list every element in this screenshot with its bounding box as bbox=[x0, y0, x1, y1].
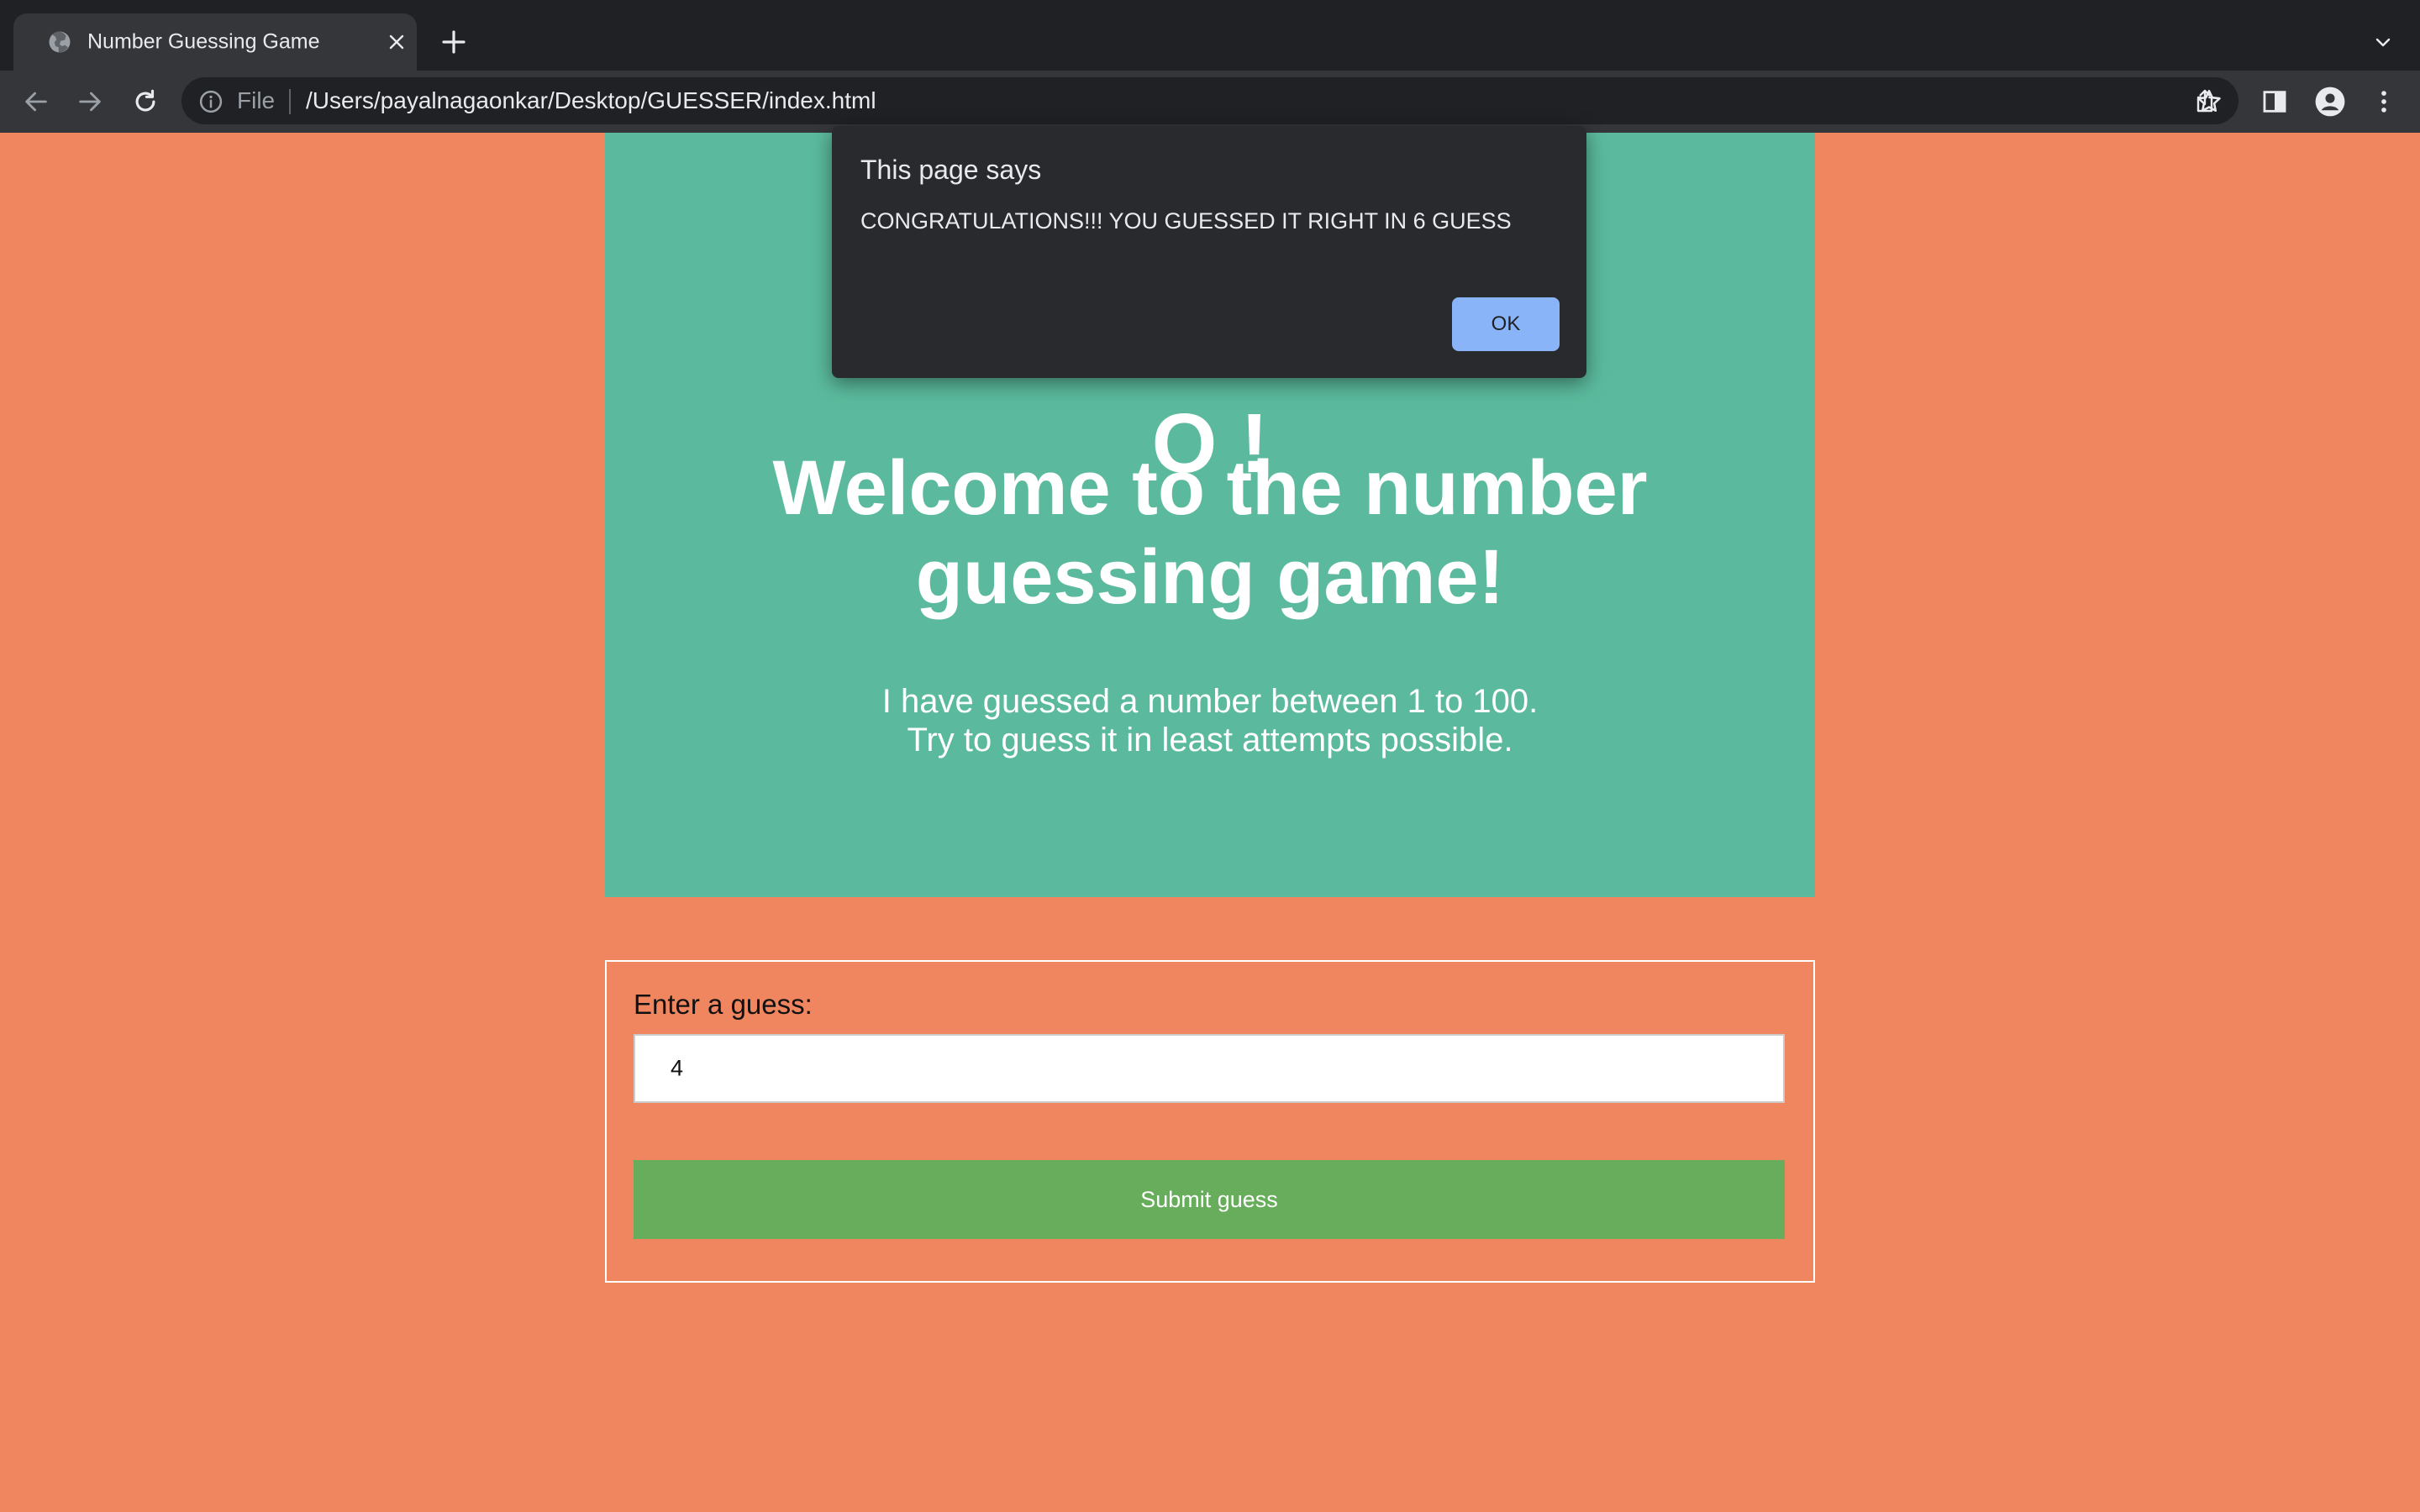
plus-icon[interactable] bbox=[440, 29, 467, 55]
omnibox-divider bbox=[289, 89, 291, 114]
browser-toolbar: File /Users/payalnagaonkar/Desktop/GUESS… bbox=[0, 71, 2420, 133]
url-text[interactable]: /Users/payalnagaonkar/Desktop/GUESSER/in… bbox=[306, 87, 876, 114]
hero-description: I have guessed a number between 1 to 100… bbox=[689, 682, 1731, 759]
ok-button[interactable]: OK bbox=[1452, 297, 1560, 351]
page-title: Welcome to the number guessing game! bbox=[772, 445, 1648, 620]
reload-icon[interactable] bbox=[131, 87, 160, 116]
globe-icon bbox=[49, 31, 71, 53]
submit-guess-button[interactable]: Submit guess bbox=[634, 1160, 1785, 1239]
back-arrow-icon[interactable] bbox=[22, 87, 50, 116]
profile-icon[interactable] bbox=[2314, 86, 2346, 118]
chevron-down-icon[interactable] bbox=[2373, 32, 2393, 52]
active-tab[interactable]: Number Guessing Game bbox=[13, 13, 417, 71]
kebab-menu-icon[interactable] bbox=[2370, 87, 2398, 116]
side-panel-icon[interactable] bbox=[2260, 87, 2289, 116]
dialog-message: CONGRATULATIONS!!! YOU GUESSED IT RIGHT … bbox=[860, 208, 1512, 234]
close-icon[interactable] bbox=[387, 32, 407, 52]
forward-arrow-icon[interactable] bbox=[76, 87, 104, 116]
guess-input-value: 4 bbox=[671, 1055, 684, 1081]
tab-title: Number Guessing Game bbox=[87, 29, 320, 54]
star-icon[interactable] bbox=[2195, 87, 2223, 116]
info-icon[interactable] bbox=[198, 89, 224, 114]
address-bar[interactable]: File /Users/payalnagaonkar/Desktop/GUESS… bbox=[182, 77, 2238, 124]
scheme-label: File bbox=[237, 87, 276, 113]
guess-form: Enter a guess: 4 Submit guess bbox=[605, 960, 1815, 1283]
guess-input[interactable]: 4 bbox=[634, 1034, 1785, 1103]
hero-line-1: I have guessed a number between 1 to 100… bbox=[881, 683, 1539, 720]
guess-label: Enter a guess: bbox=[634, 989, 813, 1020]
dialog-title: This page says bbox=[860, 155, 1042, 185]
tab-strip: Number Guessing Game bbox=[0, 0, 2420, 71]
alert-dialog: This page says CONGRATULATIONS!!! YOU GU… bbox=[832, 126, 1586, 378]
hero-line-2: Try to guess it in least attempts possib… bbox=[907, 722, 1513, 759]
